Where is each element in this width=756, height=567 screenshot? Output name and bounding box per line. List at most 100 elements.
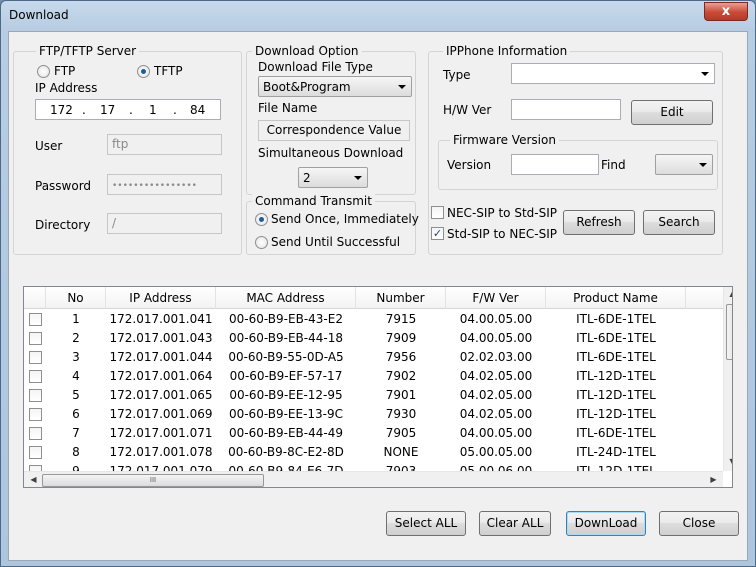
scroll-right-icon[interactable]: ▶ xyxy=(706,475,721,484)
horizontal-scrollbar[interactable]: ◀ III ▶ xyxy=(24,471,723,487)
row-checkbox[interactable] xyxy=(29,332,42,345)
edit-button[interactable]: Edit xyxy=(631,100,713,125)
version-label: Version xyxy=(447,158,492,172)
send-once-label: Send Once, Immediately xyxy=(271,212,419,226)
table-row[interactable]: 8 172.017.001.078 00-60-B9-8C-E2-8D NONE 05.… xyxy=(24,443,724,462)
cell-mac-address: 00-60-B9-8C-E2-8D xyxy=(228,445,344,459)
chevron-down-icon xyxy=(354,176,362,180)
type-select[interactable] xyxy=(511,63,715,84)
table-header: No IP Address MAC Address Number F/W Ver… xyxy=(24,287,724,309)
table-row[interactable]: 7 172.017.001.071 00-60-B9-EB-44-49 7905 04.… xyxy=(24,424,724,443)
cell-number: 7956 xyxy=(385,350,417,364)
send-once-radio[interactable] xyxy=(255,213,268,226)
cell-no: 1 xyxy=(72,312,80,326)
cell-number: 7909 xyxy=(385,331,417,345)
cell-mac-address: 00-60-B9-EB-43-E2 xyxy=(229,312,343,326)
directory-field[interactable]: / xyxy=(107,213,222,234)
refresh-button[interactable]: Refresh xyxy=(563,210,635,235)
search-button[interactable]: Search xyxy=(643,210,715,235)
table-row[interactable]: 2 172.017.001.043 00-60-B9-EB-44-18 7909 04.… xyxy=(24,329,724,348)
download-button[interactable]: DownLoad xyxy=(566,511,646,536)
download-file-type-value: Boot&Program xyxy=(263,80,351,94)
table-row[interactable]: 3 172.017.001.044 00-60-B9-55-0D-A5 7956 02.… xyxy=(24,348,724,367)
cell-no: 3 xyxy=(72,350,80,364)
cell-mac-address: 00-60-B9-EB-44-49 xyxy=(229,426,343,440)
ip-octet-3[interactable]: 1 xyxy=(149,103,157,118)
column-header-number[interactable]: Number xyxy=(356,287,446,309)
nec-to-std-checkbox[interactable] xyxy=(431,206,444,219)
cell-product-name: ITL-6DE-1TEL xyxy=(576,312,656,326)
cell-fw-ver: 04.02.05.00 xyxy=(459,407,533,421)
cell-ip-address: 172.017.001.041 xyxy=(109,312,213,326)
cell-no: 7 xyxy=(72,426,80,440)
table-row[interactable]: 5 172.017.001.065 00-60-B9-EE-12-95 7901 04.… xyxy=(24,386,724,405)
column-header-mac-address[interactable]: MAC Address xyxy=(216,287,356,309)
group-title-firmware: Firmware Version xyxy=(450,133,559,147)
table-row[interactable]: 1 172.017.001.041 00-60-B9-EB-43-E2 7915 04.… xyxy=(24,310,724,329)
clear-all-button[interactable]: Clear ALL xyxy=(479,511,551,536)
check-icon: ✓ xyxy=(432,227,443,240)
cell-product-name: ITL-24D-1TEL xyxy=(576,445,656,459)
table-row[interactable]: 4 172.017.001.064 00-60-B9-EF-57-17 7902 04.… xyxy=(24,367,724,386)
horizontal-scroll-thumb[interactable]: III xyxy=(42,474,264,487)
close-button[interactable]: Close xyxy=(659,511,739,536)
cell-fw-ver: 02.02.03.00 xyxy=(459,350,533,364)
vertical-scroll-thumb[interactable] xyxy=(726,304,732,360)
ip-address-field[interactable]: 172 . 17 . 1 . 84 xyxy=(35,99,221,120)
row-checkbox[interactable] xyxy=(29,389,42,402)
cell-mac-address: 00-60-B9-EE-12-95 xyxy=(229,388,343,402)
row-checkbox[interactable] xyxy=(29,351,42,364)
user-label: User xyxy=(35,139,63,153)
chevron-down-icon xyxy=(701,72,709,76)
tftp-radio[interactable] xyxy=(137,65,150,78)
ip-dot: . xyxy=(129,103,133,117)
row-checkbox[interactable] xyxy=(29,313,42,326)
cell-product-name: ITL-12D-1TEL xyxy=(576,388,656,402)
cell-number: 7930 xyxy=(385,407,417,421)
row-checkbox[interactable] xyxy=(29,370,42,383)
ip-dot: . xyxy=(173,103,177,117)
window-close-button[interactable]: x xyxy=(704,2,748,21)
std-to-nec-checkbox[interactable]: ✓ xyxy=(431,227,444,240)
tftp-label: TFTP xyxy=(154,64,183,78)
cell-product-name: ITL-12D-1TEL xyxy=(576,407,656,421)
column-header-fw-ver[interactable]: F/W Ver xyxy=(446,287,546,309)
title-bar[interactable]: Download x xyxy=(1,1,755,31)
simultaneous-download-select[interactable]: 2 xyxy=(298,167,368,188)
scroll-left-icon[interactable]: ◀ xyxy=(26,475,41,484)
group-title-ipphone: IPPhone Information xyxy=(443,44,571,58)
cell-fw-ver: 04.00.05.00 xyxy=(459,312,533,326)
column-header-check[interactable] xyxy=(24,287,46,309)
close-icon: x xyxy=(721,4,731,19)
phone-list-table: No IP Address MAC Address Number F/W Ver… xyxy=(23,286,733,488)
simultaneous-download-label: Simultaneous Download xyxy=(258,146,404,160)
ip-octet-2[interactable]: 17 xyxy=(100,103,115,118)
cell-number: 7902 xyxy=(385,369,417,383)
find-select[interactable] xyxy=(655,154,713,175)
password-field[interactable]: •••••••••••••••• xyxy=(107,174,222,195)
scroll-up-icon[interactable]: ▲ xyxy=(725,289,732,298)
column-header-no[interactable]: No xyxy=(46,287,106,309)
download-file-type-select[interactable]: Boot&Program xyxy=(258,76,412,97)
ip-octet-4[interactable]: 84 xyxy=(190,103,205,118)
ip-octet-1[interactable]: 172 xyxy=(50,103,73,118)
cell-ip-address: 172.017.001.064 xyxy=(109,369,213,383)
cell-number: 7901 xyxy=(385,388,417,402)
cell-mac-address: 00-60-B9-EE-13-9C xyxy=(228,407,344,421)
row-checkbox[interactable] xyxy=(29,446,42,459)
version-field[interactable] xyxy=(511,154,599,175)
user-field[interactable]: ftp xyxy=(107,134,222,155)
send-until-successful-label: Send Until Successful xyxy=(271,235,401,249)
scroll-down-icon[interactable]: ▼ xyxy=(725,457,732,466)
column-header-ip-address[interactable]: IP Address xyxy=(106,287,216,309)
select-all-button[interactable]: Select ALL xyxy=(386,511,466,536)
row-checkbox[interactable] xyxy=(29,427,42,440)
column-header-product-name[interactable]: Product Name xyxy=(546,287,686,309)
send-until-successful-radio[interactable] xyxy=(255,236,268,249)
file-name-field[interactable]: Correspondence Value xyxy=(258,120,410,141)
table-row[interactable]: 6 172.017.001.069 00-60-B9-EE-13-9C 7930 04.… xyxy=(24,405,724,424)
hw-ver-field[interactable] xyxy=(511,99,621,120)
ftp-radio[interactable] xyxy=(37,65,50,78)
vertical-scrollbar[interactable]: ▲ ▼ xyxy=(723,287,732,471)
row-checkbox[interactable] xyxy=(29,408,42,421)
